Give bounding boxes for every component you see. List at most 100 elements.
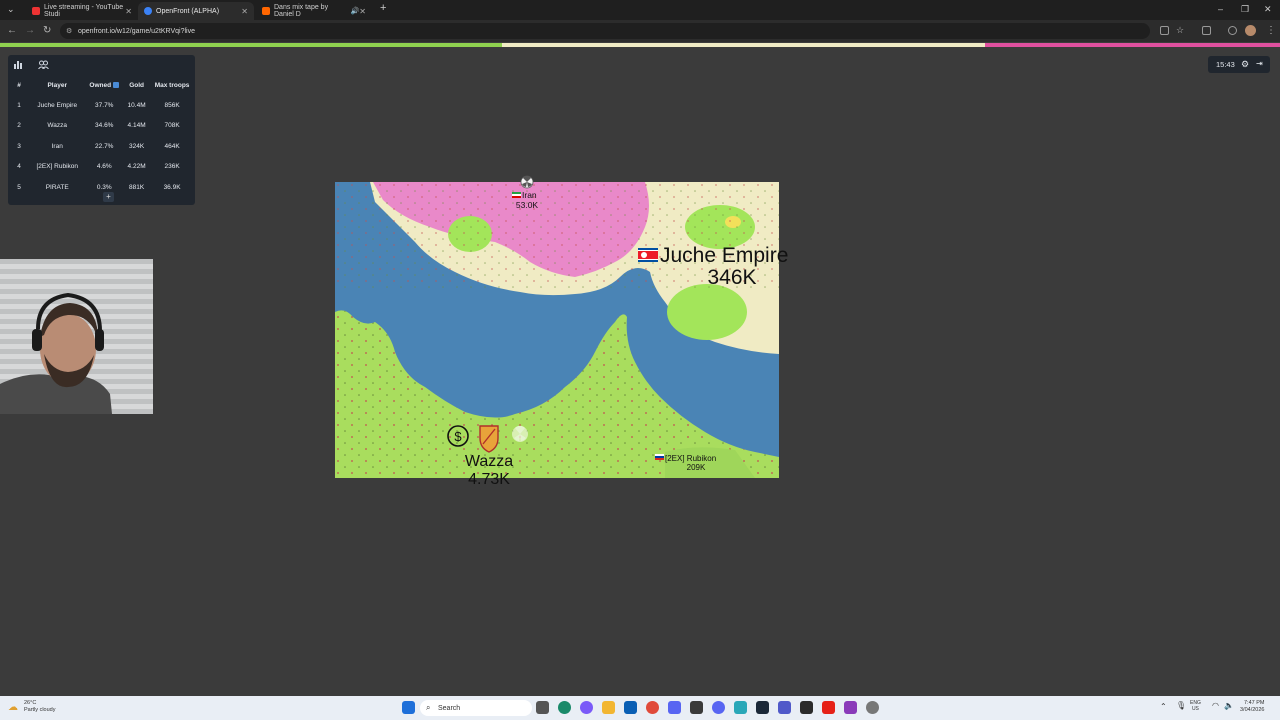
youtube-icon (32, 7, 40, 15)
tab-youtube-studio[interactable]: Live streaming - YouTube Studi ✕ (26, 2, 138, 20)
bar-chart-icon[interactable] (13, 60, 24, 70)
openfront-icon (144, 7, 152, 15)
table-row[interactable]: 5 PIRATE 0.3% 881K 36.9K (8, 177, 195, 198)
tab-title: OpenFront (ALPHA) (156, 7, 220, 15)
back-button[interactable]: ← (7, 25, 17, 36)
extensions-icon[interactable] (1202, 26, 1211, 35)
store-icon[interactable] (624, 701, 637, 714)
col-max-troops[interactable]: Max troops (149, 75, 195, 95)
col-rank[interactable]: # (8, 75, 30, 95)
table-row[interactable]: 3 Iran 22.7% 324K 464K (8, 136, 195, 157)
tab-mixtape[interactable]: Dans mix tape by Daniel D 🔊 ✕ (256, 2, 372, 20)
copilot-icon[interactable] (580, 701, 593, 714)
rubikon-troops: 209K (687, 463, 706, 472)
tab-title: Dans mix tape by Daniel D (274, 4, 329, 18)
sidebar-icon[interactable] (1228, 26, 1237, 35)
new-tab-button[interactable]: + (380, 2, 386, 14)
rank: 1 (17, 101, 21, 109)
forward-button[interactable]: → (25, 25, 35, 36)
tray-chevron-icon[interactable]: ⌃ (1160, 702, 1167, 711)
table-row[interactable]: 1 Juche Empire 37.7% 10.4M 856K (8, 95, 195, 116)
rank: 3 (17, 142, 21, 150)
discord-icon[interactable] (668, 701, 681, 714)
language-indicator[interactable]: ENG US (1190, 700, 1201, 712)
task-view-icon[interactable] (536, 701, 549, 714)
menu-kebab-icon[interactable]: ⋮ (1266, 25, 1276, 36)
rank: 5 (17, 183, 21, 191)
sort-icon[interactable] (113, 81, 120, 88)
exit-game-icon[interactable]: ⇥ (1256, 59, 1263, 68)
tab-openfront[interactable]: OpenFront (ALPHA) ✕ (138, 2, 254, 20)
col-gold[interactable]: Gold (124, 75, 149, 95)
profile-avatar[interactable] (1245, 25, 1256, 36)
edge-icon[interactable] (558, 701, 571, 714)
app-icon[interactable] (734, 701, 747, 714)
game-map[interactable]: Iran 53.0K Juche Empire 346K $ Wazza 4.7… (335, 175, 788, 488)
region-code: US (1191, 706, 1199, 712)
speaker-icon[interactable]: 🔊 (351, 7, 360, 15)
system-clock[interactable]: 7:47 PM 3/04/2026 (1240, 700, 1264, 714)
gold-value: 4.14M (127, 122, 146, 130)
close-tab-icon[interactable]: ✕ (125, 7, 132, 16)
close-tab-icon[interactable]: ✕ (359, 7, 366, 16)
file-explorer-icon[interactable] (602, 701, 615, 714)
taskbar-search[interactable]: ⌕ Search (420, 700, 532, 716)
troops-value: 36.9K (163, 183, 181, 191)
owned-value: 34.6% (95, 122, 114, 130)
map-canvas[interactable]: Iran 53.0K Juche Empire 346K $ Wazza 4.7… (335, 175, 788, 488)
col-player[interactable]: Player (30, 75, 84, 95)
settings-gear-icon[interactable]: ⚙ (1241, 59, 1249, 70)
wifi-icon[interactable]: ◠ (1212, 701, 1219, 710)
juche-empire-troops: 346K (707, 266, 756, 289)
expand-leaderboard-button[interactable]: + (103, 192, 114, 202)
steam-icon[interactable] (756, 701, 769, 714)
player-name: Juche Empire (37, 101, 78, 109)
obs-icon[interactable] (690, 701, 703, 714)
close-window-button[interactable]: ✕ (1264, 4, 1272, 15)
app-icon[interactable] (712, 701, 725, 714)
wazza-label: Wazza (465, 453, 513, 470)
weather-desc: Partly cloudy (24, 707, 56, 713)
reload-button[interactable]: ↻ (43, 25, 51, 36)
wazza-outpost (667, 284, 747, 340)
team-icon[interactable] (38, 60, 49, 70)
game-timer: 15:43 (1216, 60, 1235, 69)
col-owned[interactable]: Owned (84, 75, 124, 95)
bookmark-star-icon[interactable]: ☆ (1176, 25, 1184, 36)
iran-label: Iran (522, 190, 537, 200)
cast-icon[interactable] (1160, 26, 1169, 35)
site-info-icon[interactable]: ⚙ (66, 27, 72, 35)
nuke-icon[interactable] (520, 175, 534, 189)
browser-tab-bar: ⌄ Live streaming - YouTube Studi ✕ OpenF… (0, 0, 1280, 20)
weather-icon[interactable]: ☁ (8, 702, 18, 713)
youtube-icon[interactable] (822, 701, 835, 714)
owned-value: 4.6% (96, 163, 112, 171)
table-row[interactable]: 4 [2EX] Rubikon 4.6% 4.22M 236K (8, 157, 195, 178)
search-placeholder: Search (438, 704, 461, 712)
windows-start-icon[interactable] (402, 701, 415, 714)
microphone-icon[interactable]: 🎙 (1176, 701, 1186, 710)
wazza-troops: 4.73K (468, 471, 510, 488)
shield-icon[interactable] (479, 425, 499, 453)
minimize-button[interactable]: – (1218, 4, 1223, 14)
close-tab-icon[interactable]: ✕ (241, 7, 248, 16)
player-name: PIRATE (45, 183, 69, 191)
troops-value: 856K (164, 101, 180, 109)
address-bar[interactable]: ⚙ openfront.io/w12/game/u2tKRVqi?live (60, 23, 1150, 39)
gold-value: 4.22M (127, 163, 146, 171)
juche-empire-label: Juche Empire (660, 244, 788, 267)
app-icon[interactable] (800, 701, 813, 714)
url-text: openfront.io/w12/game/u2tKRVqi?live (78, 27, 196, 35)
radiation-icon (512, 425, 528, 442)
table-row[interactable]: 2 Wazza 34.6% 4.14M 708K (8, 116, 195, 137)
weather-widget[interactable]: 26°C Partly cloudy (24, 700, 56, 714)
leaderboard-table: # Player Owned Gold Max troops 1 Juche E… (8, 75, 195, 198)
tab-list-icon[interactable]: ⌄ (7, 4, 15, 15)
volume-icon[interactable]: 🔈 (1224, 701, 1234, 710)
app-icon[interactable] (844, 701, 857, 714)
settings-icon[interactable] (866, 701, 879, 714)
webcam-overlay (0, 259, 153, 414)
teams-icon[interactable] (778, 701, 791, 714)
maximize-button[interactable]: ❐ (1241, 4, 1249, 15)
chrome-icon[interactable] (646, 701, 659, 714)
